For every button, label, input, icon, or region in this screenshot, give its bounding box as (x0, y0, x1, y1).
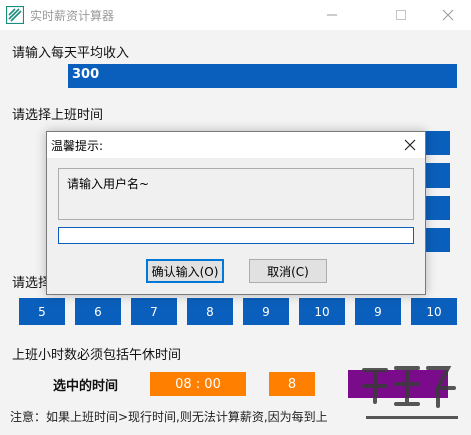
income-label: 请输入每天平均收入 (12, 46, 130, 61)
app-icon (6, 6, 24, 24)
work-start-label: 请选择上班时间 (12, 108, 104, 123)
dialog-message-box: 请输入用户名~ (58, 168, 414, 220)
confirm-button[interactable]: 确认输入(O) (146, 259, 224, 283)
prompt-dialog: 温馨提示: 请输入用户名~ 确认输入(O) 取消(C) (46, 131, 426, 295)
close-button[interactable] (425, 0, 471, 30)
watermark-logo (362, 366, 458, 419)
close-icon (442, 9, 454, 21)
minimize-button[interactable] (309, 0, 355, 30)
hours-option[interactable]: 9 (355, 298, 401, 325)
maximize-icon (396, 10, 406, 20)
hours-option[interactable]: 10 (299, 298, 345, 325)
hours-option[interactable]: 10 (411, 298, 457, 325)
close-icon (404, 139, 416, 151)
selected-time-value: 08 : 00 (150, 372, 246, 396)
selected-time-label: 选中的时间 (53, 379, 119, 394)
cancel-button[interactable]: 取消(C) (249, 259, 327, 283)
maximize-button[interactable] (378, 0, 424, 30)
hours-option[interactable]: 6 (75, 298, 121, 325)
hours-option[interactable]: 7 (131, 298, 177, 325)
window-title: 实时薪资计算器 (30, 9, 115, 23)
dialog-title-bar (47, 132, 425, 158)
dialog-title: 温馨提示: (51, 139, 104, 153)
footer-note: 注意：如果上班时间>现行时间,则无法计算薪资,因为每到上 (10, 410, 328, 424)
income-input[interactable]: 300 (68, 64, 457, 88)
hours-option[interactable]: 8 (187, 298, 233, 325)
username-input[interactable] (58, 227, 414, 244)
dialog-message: 请输入用户名~ (67, 177, 150, 191)
lunch-note: 上班小时数必须包括午休时间 (12, 348, 182, 363)
minimize-icon (327, 14, 337, 16)
hours-option[interactable]: 5 (19, 298, 65, 325)
dialog-close-button[interactable] (395, 132, 425, 158)
hours-option[interactable]: 9 (243, 298, 289, 325)
selected-hours-value: 8 (269, 372, 315, 396)
